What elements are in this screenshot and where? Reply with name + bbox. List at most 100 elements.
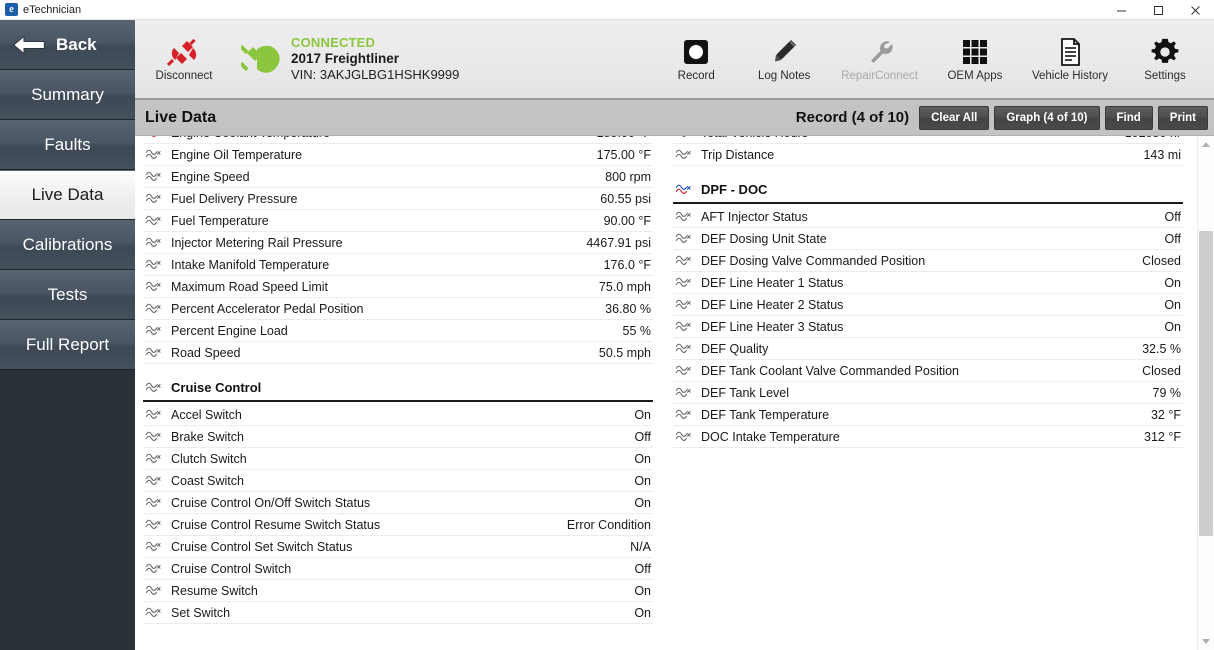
parameter-value: On: [634, 408, 653, 422]
sidebar-item-full-report[interactable]: Full Report: [0, 320, 135, 370]
section-title: Cruise Control: [171, 380, 261, 395]
live-data-row[interactable]: Fuel Delivery Pressure60.55 psi: [143, 188, 653, 210]
live-data-left-column: Engine Coolant Temperature185.00 °FEngin…: [143, 136, 653, 650]
vertical-scrollbar[interactable]: [1197, 136, 1214, 650]
live-data-row[interactable]: Cruise Control SwitchOff: [143, 558, 653, 580]
waveform-icon: [145, 475, 162, 486]
live-data-row[interactable]: Cruise Control Resume Switch StatusError…: [143, 514, 653, 536]
parameter-value: 32.5 %: [1142, 342, 1183, 356]
live-data-row[interactable]: DEF Dosing Valve Commanded PositionClose…: [673, 250, 1183, 272]
live-data-content: Engine Coolant Temperature185.00 °FEngin…: [135, 136, 1214, 650]
sidebar-item-summary[interactable]: Summary: [0, 70, 135, 120]
page-title: Live Data: [145, 109, 216, 127]
live-data-row[interactable]: DEF Line Heater 3 StatusOn: [673, 316, 1183, 338]
live-data-row[interactable]: DEF Line Heater 1 StatusOn: [673, 272, 1183, 294]
oem-apps-label: OEM Apps: [947, 70, 1002, 82]
live-data-row[interactable]: Set SwitchOn: [143, 602, 653, 624]
record-button[interactable]: Record: [665, 37, 727, 82]
sidebar-item-tests[interactable]: Tests: [0, 270, 135, 320]
parameter-value: Closed: [1142, 364, 1183, 378]
waveform-icon: [145, 431, 162, 442]
disconnect-button[interactable]: Disconnect: [153, 37, 215, 82]
parameter-label: DEF Tank Temperature: [701, 408, 1151, 422]
log-notes-button[interactable]: Log Notes: [753, 37, 815, 82]
live-data-row[interactable]: Engine Coolant Temperature185.00 °F: [143, 136, 653, 144]
live-data-row[interactable]: Percent Accelerator Pedal Position36.80 …: [143, 298, 653, 320]
find-button[interactable]: Find: [1105, 106, 1153, 130]
parameter-value: 143 mi: [1143, 148, 1183, 162]
parameter-value: Error Condition: [567, 518, 653, 532]
live-data-row[interactable]: Trip Distance143 mi: [673, 144, 1183, 166]
waveform-icon: [145, 303, 162, 314]
live-data-row[interactable]: Accel SwitchOn: [143, 404, 653, 426]
waveform-icon: [675, 149, 692, 160]
live-data-row[interactable]: DEF Tank Coolant Valve Commanded Positio…: [673, 360, 1183, 382]
parameter-label: Injector Metering Rail Pressure: [171, 236, 586, 250]
scrollbar-thumb[interactable]: [1199, 231, 1213, 536]
sidebar-item-calibrations[interactable]: Calibrations: [0, 220, 135, 270]
live-data-columns: Engine Coolant Temperature185.00 °FEngin…: [135, 136, 1197, 650]
parameter-value: On: [634, 496, 653, 510]
live-data-row[interactable]: Coast SwitchOn: [143, 470, 653, 492]
parameter-label: Set Switch: [171, 606, 634, 620]
minimize-icon[interactable]: [1103, 0, 1140, 20]
clear-all-button[interactable]: Clear All: [919, 106, 989, 130]
live-data-row[interactable]: Total Vehicle Hours102050 hr: [673, 136, 1183, 144]
sidebar-item-label: Calibrations: [23, 235, 113, 255]
live-data-row[interactable]: Fuel Temperature90.00 °F: [143, 210, 653, 232]
settings-button[interactable]: Settings: [1134, 37, 1196, 82]
scroll-down-arrow-icon[interactable]: [1198, 633, 1214, 650]
live-data-row[interactable]: AFT Injector StatusOff: [673, 206, 1183, 228]
live-data-row[interactable]: DEF Line Heater 2 StatusOn: [673, 294, 1183, 316]
live-data-row[interactable]: DEF Tank Temperature32 °F: [673, 404, 1183, 426]
scroll-up-arrow-icon[interactable]: [1198, 136, 1214, 153]
live-data-row[interactable]: Engine Speed800 rpm: [143, 166, 653, 188]
sidebar-item-faults[interactable]: Faults: [0, 120, 135, 170]
live-data-row[interactable]: Brake SwitchOff: [143, 426, 653, 448]
section-header[interactable]: Cruise Control: [143, 374, 653, 400]
parameter-value: On: [1164, 320, 1183, 334]
live-data-row[interactable]: Resume SwitchOn: [143, 580, 653, 602]
sidebar-item-live-data[interactable]: Live Data: [0, 170, 135, 220]
live-data-row[interactable]: DOC Intake Temperature312 °F: [673, 426, 1183, 448]
back-arrow-icon: [12, 34, 46, 56]
print-button[interactable]: Print: [1158, 106, 1208, 130]
live-data-row[interactable]: Cruise Control On/Off Switch StatusOn: [143, 492, 653, 514]
maximize-icon[interactable]: [1140, 0, 1177, 20]
parameter-value: Off: [635, 562, 653, 576]
live-data-row[interactable]: Percent Engine Load55 %: [143, 320, 653, 342]
live-data-right-column: Total Vehicle Hours102050 hrTrip Distanc…: [673, 136, 1183, 650]
live-data-row[interactable]: Road Speed50.5 mph: [143, 342, 653, 364]
live-data-row[interactable]: Clutch SwitchOn: [143, 448, 653, 470]
parameter-value: On: [634, 606, 653, 620]
live-data-row[interactable]: Cruise Control Set Switch StatusN/A: [143, 536, 653, 558]
oem-apps-button[interactable]: OEM Apps: [944, 37, 1006, 82]
back-button[interactable]: Back: [0, 20, 135, 70]
waveform-icon: [145, 136, 162, 138]
vehicle-history-button[interactable]: Vehicle History: [1032, 37, 1108, 82]
live-data-row[interactable]: Injector Metering Rail Pressure4467.91 p…: [143, 232, 653, 254]
waveform-icon: [145, 563, 162, 574]
waveform-icon: [675, 321, 692, 332]
live-data-row[interactable]: DEF Quality32.5 %: [673, 338, 1183, 360]
graph-button[interactable]: Graph (4 of 10): [994, 106, 1099, 130]
waveform-icon: [145, 281, 162, 292]
gear-icon: [1150, 37, 1180, 67]
live-data-row[interactable]: DEF Tank Level79 %: [673, 382, 1183, 404]
section-header[interactable]: DPF - DOC: [673, 176, 1183, 202]
waveform-icon: [675, 299, 692, 310]
wrench-icon: [865, 37, 895, 67]
parameter-value: 50.5 mph: [599, 346, 653, 360]
close-icon[interactable]: [1177, 0, 1214, 20]
parameter-label: DOC Intake Temperature: [701, 430, 1144, 444]
parameter-value: Closed: [1142, 254, 1183, 268]
repair-connect-button[interactable]: RepairConnect: [841, 37, 918, 82]
live-data-row[interactable]: DEF Dosing Unit StateOff: [673, 228, 1183, 250]
parameter-label: Cruise Control Set Switch Status: [171, 540, 630, 554]
live-data-row[interactable]: Intake Manifold Temperature176.0 °F: [143, 254, 653, 276]
scrollbar-track[interactable]: [1198, 153, 1214, 633]
parameter-label: Resume Switch: [171, 584, 634, 598]
live-data-row[interactable]: Maximum Road Speed Limit75.0 mph: [143, 276, 653, 298]
parameter-label: DEF Line Heater 1 Status: [701, 276, 1164, 290]
live-data-row[interactable]: Engine Oil Temperature175.00 °F: [143, 144, 653, 166]
